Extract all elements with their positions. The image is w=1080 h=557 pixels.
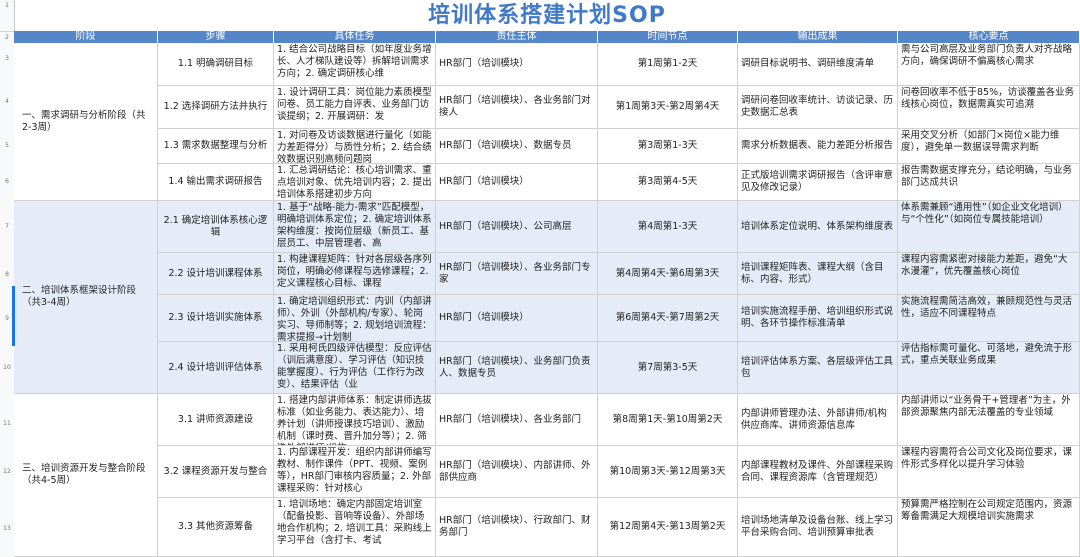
row-number-column: 1 2 3 4 5 6 7 8 9 10 11 12 13 — [0, 0, 15, 557]
step-cell[interactable]: 3.3 其他资源筹备 — [158, 498, 274, 557]
time-cell[interactable]: 第3周第4-5天 — [598, 164, 738, 201]
time-cell[interactable]: 第10周第3天-第12周第3天 — [598, 446, 738, 498]
output-cell[interactable]: 培训评估体系方案、各层级评估工具包 — [738, 342, 898, 394]
row-number[interactable]: 4 — [0, 98, 14, 105]
output-cell[interactable]: 调研目标说明书、调研维度清单 — [738, 43, 898, 86]
owner-cell[interactable]: HR部门（培训模块）、各业务部门 — [436, 394, 598, 446]
key-cell[interactable]: 课程内容需符合公司文化及岗位要求，课件形式多样化以提升学习体验 — [898, 446, 1080, 498]
row-number[interactable]: 3 — [0, 55, 14, 62]
key-cell[interactable]: 采用交叉分析（如部门×岗位×能力维度），避免单一数据误导需求判断 — [898, 129, 1080, 164]
output-cell[interactable]: 正式版培训需求调研报告（含评审意见及修改记录） — [738, 164, 898, 201]
key-cell[interactable]: 评估指标需可量化、可落地，避免流于形式，重点关联业务成果 — [898, 342, 1080, 394]
task-cell[interactable]: 1. 基于“战略-能力-需求”匹配模型，明确培训体系定位；2. 确定培训体系架构… — [274, 201, 436, 253]
owner-cell[interactable]: HR部门（培训模块） — [436, 164, 598, 201]
task-cell[interactable]: 1. 采用柯氏四级评估模型：反应评估（训后满意度）、学习评估（知识技能掌握度）、… — [274, 342, 436, 394]
step-cell[interactable]: 3.2 课程资源开发与整合 — [158, 446, 274, 498]
time-cell[interactable]: 第12周第4天-第13周第2天 — [598, 498, 738, 557]
owner-cell[interactable]: HR部门（培训模块）、各业务部门专家 — [436, 253, 598, 295]
task-cell[interactable]: 1. 汇总调研结论：核心培训需求、重点培训对象、优先培训内容；2. 提出培训体系… — [274, 164, 436, 201]
task-cell[interactable]: 1. 培训场地：确定内部固定培训室（配备投影、音响等设备）、外部场地合作机构；2… — [274, 498, 436, 557]
phase-cell[interactable]: 三、培训资源开发与整合阶段（共4-5周） — [14, 394, 158, 557]
output-cell[interactable]: 培训实施流程手册、培训组织形式说明、各环节操作标准清单 — [738, 295, 898, 342]
task-cell[interactable]: 1. 结合公司战略目标（如年度业务增长、人才梯队建设等）拆解培训需求方向；2. … — [274, 43, 436, 86]
task-cell[interactable]: 1. 构建课程矩阵：针对各层级各序列岗位，明确必修课程与选修课程；2. 定义课程… — [274, 253, 436, 295]
key-cell[interactable]: 实施流程需简洁高效，兼顾规范性与灵活性，适应不同课程特点 — [898, 295, 1080, 342]
owner-cell[interactable]: HR部门（培训模块） — [436, 43, 598, 86]
output-cell[interactable]: 内部讲师管理办法、外部讲师/机构供应商库、讲师资源信息库 — [738, 394, 898, 446]
key-cell[interactable]: 课程内容需紧密对接能力差距，避免“大水漫灌”，优先覆盖核心岗位 — [898, 253, 1080, 295]
owner-cell[interactable]: HR部门（培训模块）、内部讲师、外部供应商 — [436, 446, 598, 498]
output-cell[interactable]: 培训课程矩阵表、课程大纲（含目标、内容、形式） — [738, 253, 898, 295]
column-header[interactable]: 核心要点 — [898, 31, 1080, 43]
column-header[interactable]: 阶段 — [14, 31, 158, 43]
step-cell[interactable]: 2.1 确定培训体系核心逻辑 — [158, 201, 274, 253]
task-cell[interactable]: 1. 搭建内部讲师体系：制定讲师选拔标准（如业务能力、表达能力）、培养计划（讲师… — [274, 394, 436, 446]
time-cell[interactable]: 第4周第1-3天 — [598, 201, 738, 253]
key-cell[interactable]: 问卷回收率不低于85%，访谈覆盖各业务线核心岗位，数据需真实可追溯 — [898, 86, 1080, 129]
column-header[interactable]: 具体任务 — [274, 31, 436, 43]
row-number[interactable]: 13 — [0, 525, 14, 532]
sheet-title[interactable]: 培训体系搭建计划SOP — [14, 0, 1080, 31]
step-cell[interactable]: 2.4 设计培训评估体系 — [158, 342, 274, 394]
task-cell[interactable]: 1. 内部课程开发：组织内部讲师编写教材、制作课件（PPT、视频、案例等），HR… — [274, 446, 436, 498]
time-cell[interactable]: 第3周第1-3天 — [598, 129, 738, 164]
key-cell[interactable]: 预算需严格控制在公司规定范围内，资源筹备需满足大规模培训实施需求 — [898, 498, 1080, 557]
column-header[interactable]: 责任主体 — [436, 31, 598, 43]
time-cell[interactable]: 第4周第4天-第6周第3天 — [598, 253, 738, 295]
owner-cell[interactable]: HR部门（培训模块）、各业务部门对接人 — [436, 86, 598, 129]
column-header[interactable]: 输出成果 — [738, 31, 898, 43]
spreadsheet: 1 2 3 4 5 6 7 8 9 10 11 12 13 培训体系搭建计划SOP 阶段 步骤 具体任务 责任… — [0, 0, 1080, 557]
column-header[interactable]: 时间节点 — [598, 31, 738, 43]
step-cell[interactable]: 3.1 讲师资源建设 — [158, 394, 274, 446]
output-cell[interactable]: 需求分析数据表、能力差距分析报告 — [738, 129, 898, 164]
time-cell[interactable]: 第1周第3天-第2周第4天 — [598, 86, 738, 129]
owner-cell[interactable]: HR部门（培训模块）、业务部门负责人、数据专员 — [436, 342, 598, 394]
owner-cell[interactable]: HR部门（培训模块）、公司高层 — [436, 201, 598, 253]
output-cell[interactable]: 培训场地清单及设备台账、线上学习平台采购合同、培训预算审批表 — [738, 498, 898, 557]
key-cell[interactable]: 内部讲师以“业务骨干+管理者”为主，外部资源聚焦内部无法覆盖的专业领域 — [898, 394, 1080, 446]
output-cell[interactable]: 培训体系定位说明、体系架构维度表 — [738, 201, 898, 253]
owner-cell[interactable]: HR部门（培训模块）、行政部门、财务部门 — [436, 498, 598, 557]
task-cell[interactable]: 1. 确定培训组织形式：内训（内部讲师）、外训（外部机构/专家）、轮岗实习、导师… — [274, 295, 436, 342]
row-selection-indicator — [12, 286, 15, 346]
time-cell[interactable]: 第7周第3-5天 — [598, 342, 738, 394]
output-cell[interactable]: 内部课程教材及课件、外部课程采购合同、课程资源库（含管理规范） — [738, 446, 898, 498]
owner-cell[interactable]: HR部门（培训模块） — [436, 295, 598, 342]
row-number[interactable]: 2 — [0, 34, 14, 41]
phase-cell[interactable]: 一、需求调研与分析阶段（共2-3周） — [14, 43, 158, 201]
row-number[interactable]: 8 — [0, 271, 14, 278]
time-cell[interactable]: 第8周第1天-第10周第2天 — [598, 394, 738, 446]
step-cell[interactable]: 1.4 输出需求调研报告 — [158, 164, 274, 201]
step-cell[interactable]: 1.3 需求数据整理与分析 — [158, 129, 274, 164]
owner-cell[interactable]: HR部门（培训模块）、数据专员 — [436, 129, 598, 164]
row-number[interactable]: 12 — [0, 468, 14, 475]
key-cell[interactable]: 需与公司高层及业务部门负责人对齐战略方向，确保调研不偏离核心需求 — [898, 43, 1080, 86]
row-number[interactable]: 6 — [0, 178, 14, 185]
output-cell[interactable]: 调研问卷回收率统计、访谈记录、历史数据汇总表 — [738, 86, 898, 129]
time-cell[interactable]: 第1周第1-2天 — [598, 43, 738, 86]
row-number[interactable]: 7 — [0, 223, 14, 230]
step-cell[interactable]: 2.3 设计培训实施体系 — [158, 295, 274, 342]
column-header[interactable]: 步骤 — [158, 31, 274, 43]
row-number[interactable]: 11 — [0, 420, 14, 427]
task-cell[interactable]: 1. 对问卷及访谈数据进行量化（如能力差距得分）与质性分析；2. 结合绩效数据识… — [274, 129, 436, 164]
key-cell[interactable]: 报告需数据支撑充分，结论明确，与业务部门达成共识 — [898, 164, 1080, 201]
time-cell[interactable]: 第6周第4天-第7周第2天 — [598, 295, 738, 342]
key-cell[interactable]: 体系需兼顾“通用性”（如企业文化培训）与“个性化”（如岗位专属技能培训） — [898, 201, 1080, 253]
title-row: 培训体系搭建计划SOP — [0, 0, 1080, 32]
row-number[interactable]: 10 — [0, 364, 14, 371]
task-cell[interactable]: 1. 设计调研工具：岗位能力素质模型问卷、员工能力自评表、业务部门访谈提纲；2.… — [274, 86, 436, 129]
row-number[interactable]: 5 — [0, 142, 14, 149]
step-cell[interactable]: 2.2 设计培训课程体系 — [158, 253, 274, 295]
step-cell[interactable]: 1.1 明确调研目标 — [158, 43, 274, 86]
step-cell[interactable]: 1.2 选择调研方法并执行 — [158, 86, 274, 129]
phase-cell[interactable]: 二、培训体系框架设计阶段（共3-4周） — [14, 201, 158, 394]
